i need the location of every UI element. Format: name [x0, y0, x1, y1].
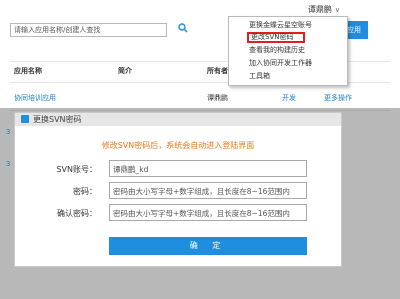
search-input[interactable]: 请输入应用名称/创建人查找 [10, 23, 167, 37]
password-field[interactable]: 密码由大小写字母+数字组成，且长度在8~16范围内 [109, 182, 307, 199]
menu-item-change-account[interactable]: 更换金蝶云星空账号 [249, 20, 312, 31]
chevron-down-icon: ∨ [334, 6, 340, 14]
change-svn-password-dialog: 更换SVN密码 修改SVN密码后，系统会自动进入登陆界面 SVN账号： 谭鼎鹏_… [14, 112, 342, 267]
partial-row-text: 3 [6, 160, 11, 168]
user-dropdown-menu: 更换金蝶云星空账号 更改SVN密码 查看我的构建历史 加入协同开发工作器 工具箱 [228, 16, 348, 86]
svn-account-label: SVN账号： [56, 165, 97, 174]
confirm-button[interactable]: 确 定 [109, 237, 307, 255]
search-icon[interactable] [178, 23, 188, 33]
menu-item-build-history[interactable]: 查看我的构建历史 [249, 45, 305, 56]
app-logo-icon [21, 115, 29, 123]
username: 谭鼎鹏 [307, 5, 332, 14]
more-actions-link[interactable]: 更多操作 [324, 93, 352, 103]
partial-row-text: 3 [6, 128, 11, 136]
user-menu-trigger[interactable]: 谭鼎鹏 ∨ [308, 4, 340, 15]
owner-cell: 谭鼎鹏 [207, 94, 228, 102]
column-header-name: 应用名称 [14, 67, 42, 75]
menu-item-change-svn-password[interactable]: 更改SVN密码 [247, 32, 305, 43]
column-header-description: 简介 [118, 67, 132, 75]
confirm-password-label: 确认密码： [57, 209, 97, 218]
dialog-title: 更换SVN密码 [33, 115, 82, 124]
menu-item-toolbox[interactable]: 工具箱 [249, 71, 270, 82]
app-name-link[interactable]: 协同培训应用 [14, 93, 56, 103]
svn-account-field[interactable]: 谭鼎鹏_kd [109, 160, 307, 177]
develop-link[interactable]: 开发 [282, 93, 296, 103]
confirm-password-field[interactable]: 密码由大小写字母+数字组成，且长度在8~16范围内 [109, 204, 307, 221]
dialog-notice: 修改SVN密码后，系统会自动进入登陆界面 [101, 141, 255, 150]
column-header-owner: 所有者 [207, 67, 228, 75]
password-label: 密码： [73, 187, 97, 196]
menu-item-join-collab[interactable]: 加入协同开发工作器 [249, 58, 312, 69]
